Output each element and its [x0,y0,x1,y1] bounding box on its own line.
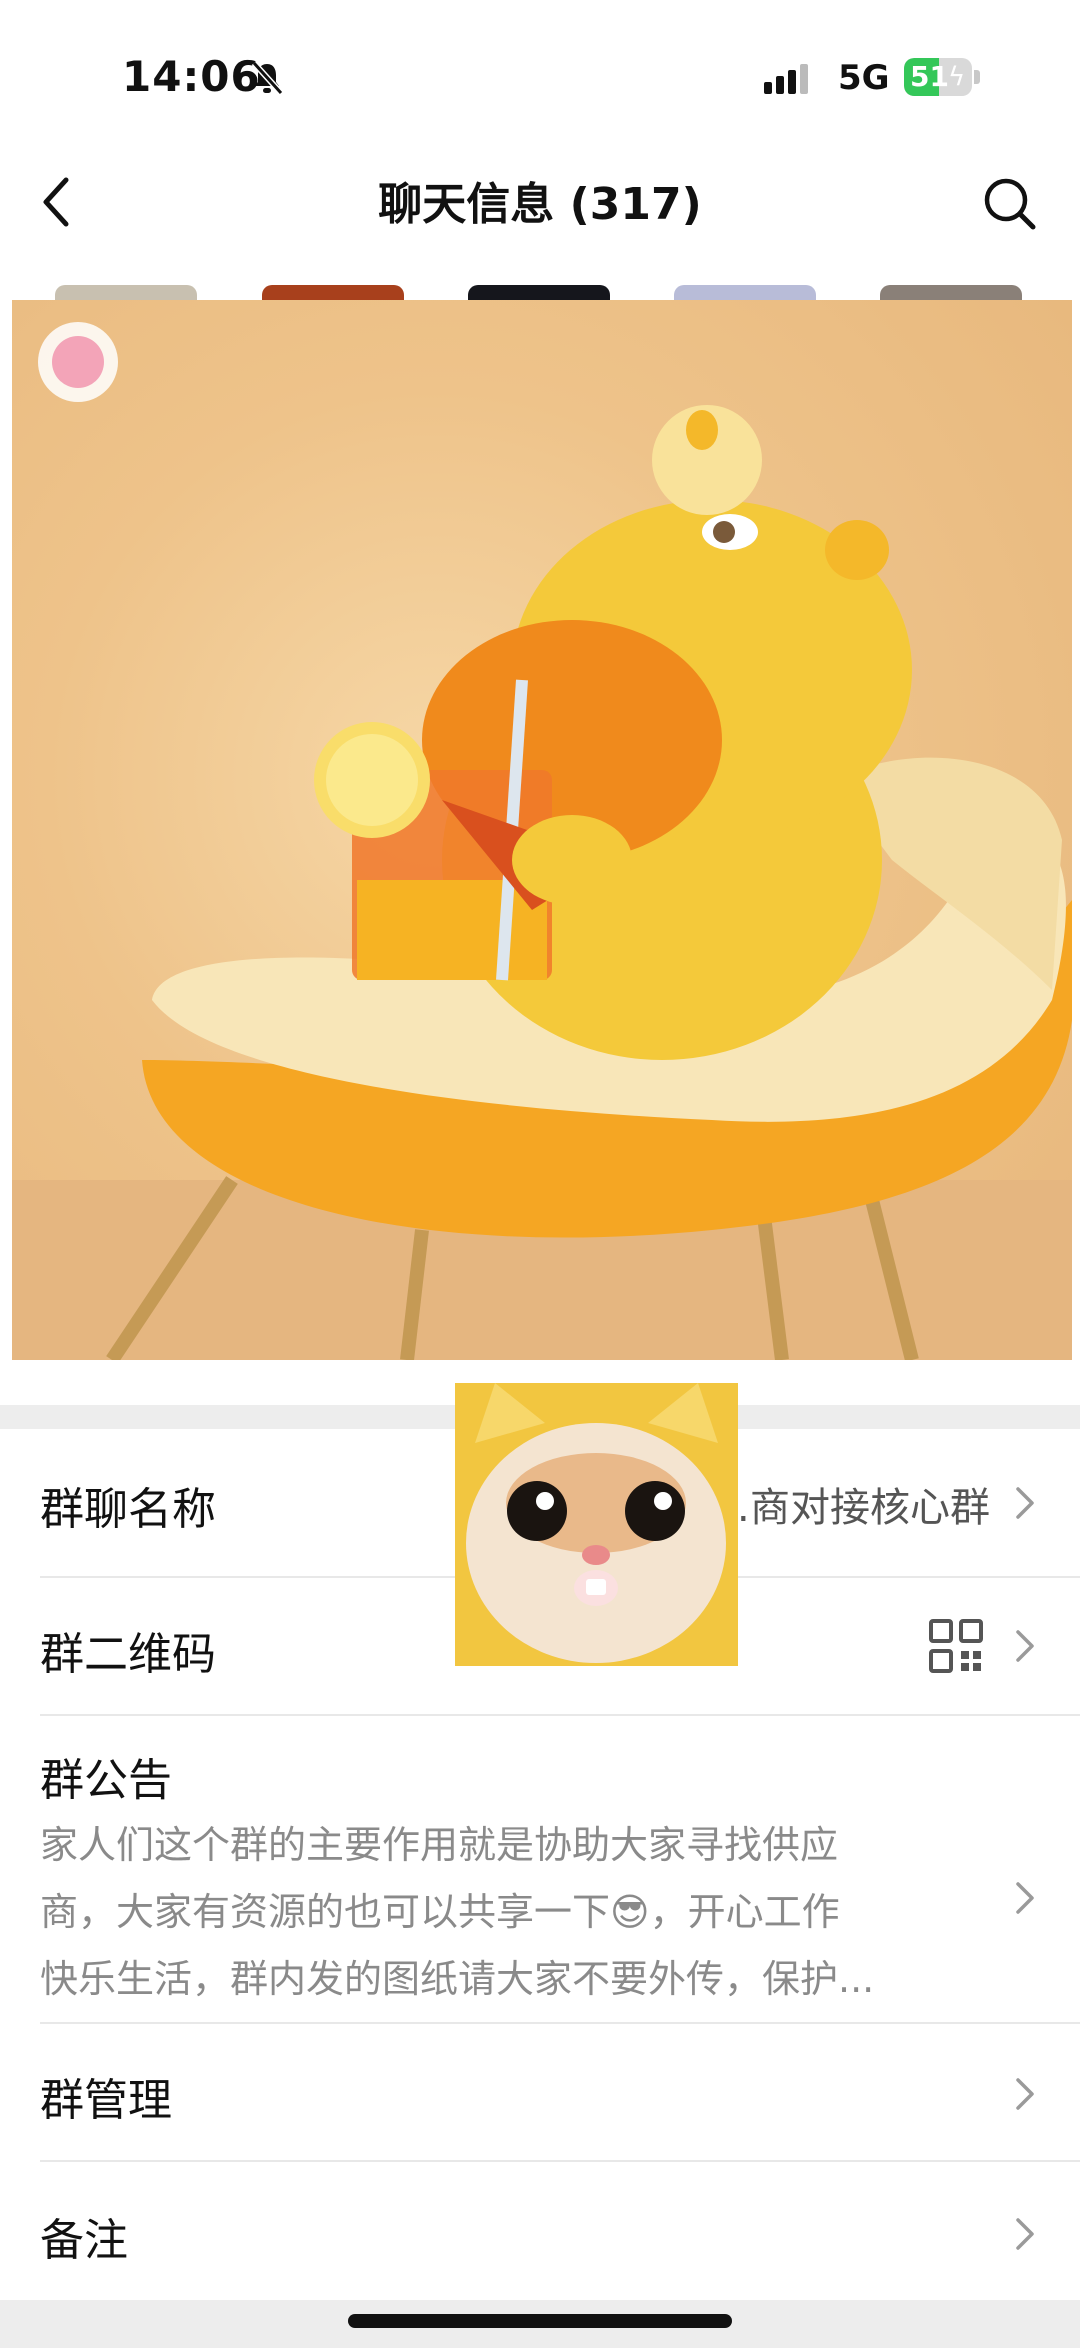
home-indicator[interactable] [348,2314,732,2328]
status-time: 14:06 [122,52,261,101]
network-label: 5G [838,58,890,98]
chevron-right-icon [1016,2218,1034,2250]
capybara-sticker-image [12,300,1072,1360]
group-announcement-row[interactable]: 群公告 家人们这个群的主要作用就是协助大家寻找供应 商，大家有资源的也可以共享一… [0,1716,1080,2022]
page-title: 聊天信息 (317) [378,179,702,230]
chevron-right-icon [1016,1487,1034,1519]
bell-slash-icon [251,60,284,96]
group-announcement-line: 快乐生活，群内发的图纸请大家不要外传，保护... [40,1957,875,2001]
group-announcement-line: 商，大家有资源的也可以共享一下😎，开心工作 [40,1890,840,1934]
group-manage-row[interactable]: 群管理 [0,2024,1080,2160]
remark-row[interactable]: 备注 [0,2162,1080,2300]
qr-code-icon [929,1619,983,1673]
chevron-right-icon [1016,2078,1034,2110]
group-manage-label: 群管理 [40,2075,172,2126]
battery-level: 51 [910,60,949,93]
group-announcement-line: 家人们这个群的主要作用就是协助大家寻找供应 [40,1823,839,1867]
group-announcement-label: 群公告 [40,1755,172,1806]
status-bar: 14:06 5G 51 ϟ [0,0,1080,150]
remark-label: 备注 [40,2215,128,2266]
signal-icon [764,64,808,94]
search-icon[interactable] [975,162,1045,242]
nav-bar: 聊天信息 (317) [0,150,1080,280]
group-qr-label: 群二维码 [40,1629,216,1680]
group-name-label: 群聊名称 [40,1484,216,1535]
chevron-right-icon [1016,1630,1034,1662]
chevron-right-icon [1016,1882,1034,1914]
battery-charging-icon: 51 ϟ [904,58,980,96]
cat-sticker-image [455,1383,738,1666]
